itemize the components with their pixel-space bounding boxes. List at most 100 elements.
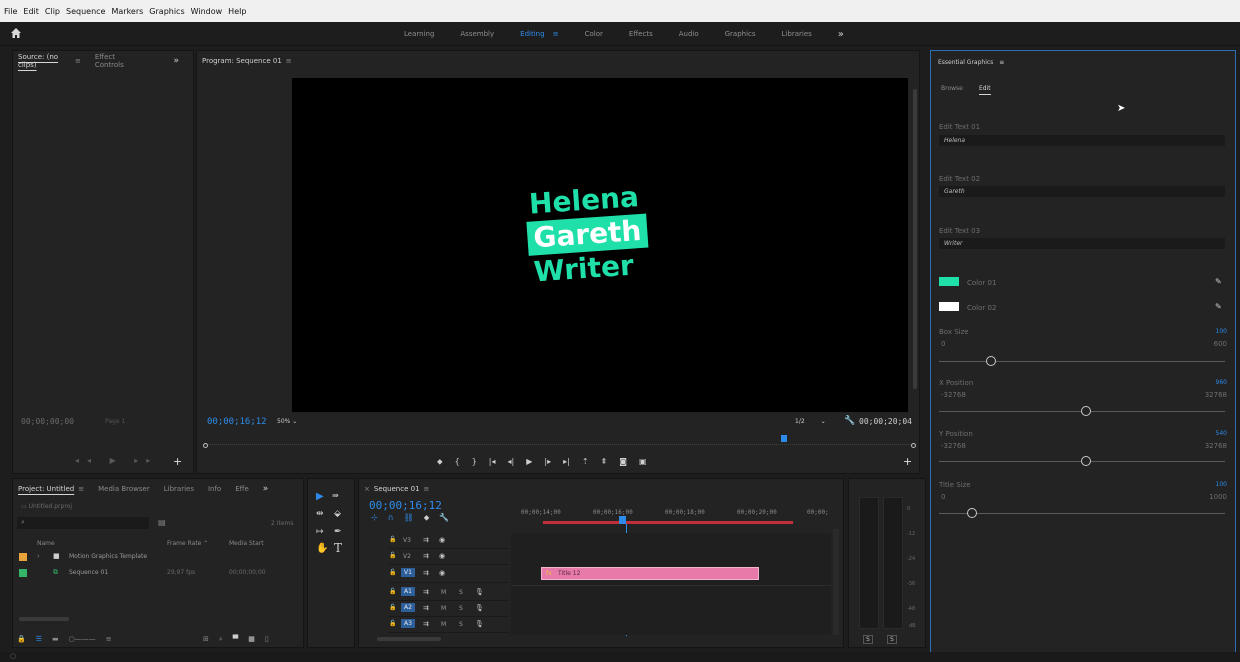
microphone-icon[interactable]: 🎙: [475, 604, 484, 612]
edit-text-03-input[interactable]: Writer: [939, 238, 1225, 249]
program-video-frame[interactable]: Helena Gareth Writer: [292, 78, 908, 412]
menu-window[interactable]: Window: [191, 7, 223, 16]
eyedropper-icon[interactable]: ✎: [1215, 277, 1222, 286]
menu-markers[interactable]: Markers: [111, 7, 143, 16]
source-add-button-icon[interactable]: +: [173, 455, 182, 468]
export-frame-icon[interactable]: ◙: [619, 457, 627, 467]
timeline-clip-title-12[interactable]: fx Title 12: [541, 567, 759, 580]
timeline-zoom-scrollbar[interactable]: [377, 637, 441, 641]
color-02-swatch[interactable]: [939, 302, 959, 311]
slip-tool-icon[interactable]: ↦: [316, 527, 324, 537]
tab-source[interactable]: Source: (no clips): [18, 53, 71, 69]
home-icon[interactable]: [10, 27, 22, 41]
tab-effect-controls[interactable]: Effect Controls: [95, 53, 140, 69]
work-area-bar[interactable]: [543, 521, 793, 524]
track-select-tool-icon[interactable]: ⇛: [332, 491, 339, 500]
find-icon[interactable]: ⌕: [219, 635, 223, 644]
menu-edit[interactable]: Edit: [23, 7, 39, 16]
solo-left-button[interactable]: S: [863, 635, 873, 644]
menu-file[interactable]: File: [4, 7, 17, 16]
play-icon[interactable]: ▶: [526, 457, 532, 467]
menu-clip[interactable]: Clip: [45, 7, 60, 16]
nest-icon[interactable]: ⊹: [371, 513, 378, 523]
automate-icon[interactable]: ⊞: [203, 635, 209, 644]
tab-media-browser[interactable]: Media Browser: [98, 485, 150, 493]
lock-icon[interactable]: 🔓: [389, 552, 396, 559]
workspace-tab-assembly[interactable]: Assembly: [460, 30, 494, 38]
program-range-start-handle[interactable]: [203, 443, 208, 448]
program-menu-icon[interactable]: ≡: [286, 57, 292, 65]
solo-right-button[interactable]: S: [887, 635, 897, 644]
lift-icon[interactable]: ⇡: [582, 457, 589, 467]
mark-out-icon[interactable]: }: [472, 457, 477, 467]
title-size-slider[interactable]: [939, 513, 1225, 514]
lock-icon[interactable]: 🔓: [389, 536, 396, 543]
workspace-tab-graphics[interactable]: Graphics: [725, 30, 756, 38]
x-position-slider-knob[interactable]: [1081, 406, 1091, 416]
close-icon[interactable]: ×: [364, 485, 370, 493]
chevron-right-icon[interactable]: ›: [37, 552, 40, 560]
color-01-swatch[interactable]: [939, 277, 959, 286]
project-horizontal-scrollbar[interactable]: [19, 617, 69, 621]
box-size-value[interactable]: 100: [1216, 328, 1227, 335]
sync-lock-icon[interactable]: ⇉: [423, 620, 429, 628]
microphone-icon[interactable]: 🎙: [475, 620, 484, 628]
tab-edit[interactable]: Edit: [979, 85, 991, 95]
sync-lock-icon[interactable]: ⇉: [423, 552, 429, 560]
mute-button[interactable]: M: [441, 621, 446, 628]
program-title[interactable]: Program: Sequence 01: [202, 57, 282, 65]
label-color-swatch[interactable]: [19, 553, 27, 561]
track-target-a3[interactable]: A3: [401, 619, 415, 628]
sync-lock-icon[interactable]: ⇉: [423, 604, 429, 612]
mark-in-icon[interactable]: {: [455, 457, 460, 467]
workspace-tab-color[interactable]: Color: [585, 30, 603, 38]
source-transport-controls[interactable]: ◂◂ ▶ ▸▸: [75, 456, 158, 465]
new-bin-icon[interactable]: ▀: [233, 635, 238, 644]
wrench-icon[interactable]: 🔧: [844, 416, 855, 426]
menu-help[interactable]: Help: [228, 7, 246, 16]
add-marker-icon[interactable]: ⬥: [437, 457, 443, 467]
menu-sequence[interactable]: Sequence: [66, 7, 105, 16]
track-target-v1[interactable]: V1: [401, 568, 415, 577]
table-row[interactable]: › ■ Motion Graphics Template: [13, 551, 303, 563]
y-position-slider-knob[interactable]: [1081, 456, 1091, 466]
ripple-edit-tool-icon[interactable]: ⇹: [316, 509, 324, 519]
sort-icons-icon[interactable]: ≡: [106, 635, 112, 643]
tab-libraries[interactable]: Libraries: [164, 485, 194, 493]
lock-icon[interactable]: 🔓: [389, 569, 396, 576]
workspace-tab-audio[interactable]: Audio: [679, 30, 699, 38]
eye-icon[interactable]: ◉: [439, 536, 445, 544]
pen-tool-icon[interactable]: ✒: [334, 527, 342, 537]
workspace-tab-libraries[interactable]: Libraries: [782, 30, 812, 38]
resolution-select[interactable]: 1/2 ⌄: [795, 418, 826, 425]
workspace-tab-learning[interactable]: Learning: [404, 30, 434, 38]
mute-button[interactable]: M: [441, 589, 446, 596]
x-position-value[interactable]: 960: [1216, 379, 1227, 386]
timeline-track-area[interactable]: fx Title 12: [511, 533, 831, 635]
title-size-value[interactable]: 100: [1216, 481, 1227, 488]
project-overflow-icon[interactable]: »: [263, 484, 269, 494]
microphone-icon[interactable]: 🎙: [475, 588, 484, 596]
program-playhead[interactable]: [781, 435, 787, 442]
timeline-vertical-scrollbar[interactable]: [833, 529, 839, 635]
razor-tool-icon[interactable]: ⬙: [334, 509, 341, 519]
go-to-in-icon[interactable]: |◂: [489, 457, 496, 467]
tab-info[interactable]: Info: [208, 485, 221, 493]
track-label[interactable]: V2: [403, 553, 411, 560]
workspace-tab-effects[interactable]: Effects: [629, 30, 653, 38]
track-target-a2[interactable]: A2: [401, 603, 415, 612]
column-media-start[interactable]: Media Start: [229, 540, 264, 547]
column-frame-rate[interactable]: Frame Rate ⌃: [167, 540, 208, 547]
source-overflow-icon[interactable]: »: [173, 56, 179, 66]
new-item-icon[interactable]: ▦: [248, 635, 255, 644]
workspace-overflow-icon[interactable]: »: [838, 29, 844, 40]
lock-icon[interactable]: 🔓: [389, 588, 396, 595]
tab-browse[interactable]: Browse: [941, 85, 963, 92]
timeline-settings-wrench-icon[interactable]: 🔧: [439, 513, 449, 523]
zoom-select[interactable]: 50% ⌄: [277, 418, 297, 425]
eyedropper-icon[interactable]: ✎: [1215, 302, 1222, 311]
track-label[interactable]: V3: [403, 537, 411, 544]
workspace-tab-editing[interactable]: Editing ≡: [520, 30, 559, 38]
edit-text-01-input[interactable]: Helena: [939, 135, 1225, 146]
solo-button[interactable]: S: [459, 621, 463, 628]
